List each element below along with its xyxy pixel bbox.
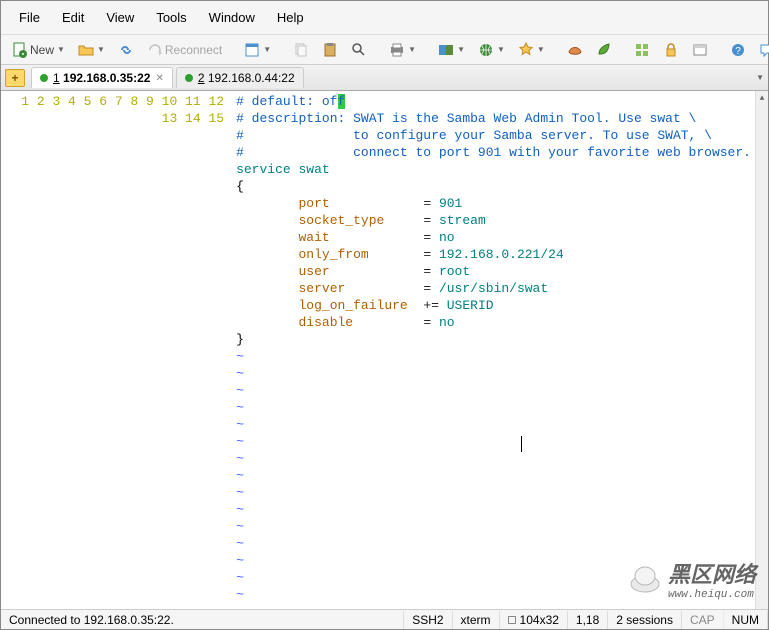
tab-2-prefix: 2 [198, 71, 205, 85]
link-icon [118, 42, 134, 58]
menu-bar: File Edit View Tools Window Help [1, 1, 768, 35]
script-button[interactable] [591, 39, 617, 61]
menu-view[interactable]: View [96, 6, 144, 29]
tab-2-label: 192.168.0.44:22 [208, 71, 295, 85]
scroll-up-icon[interactable]: ▲ [756, 91, 768, 105]
tab-bar: + 1 192.168.0.35:22 ✕ 2 192.168.0.44:22 … [1, 65, 768, 91]
status-position: 1,18 [568, 611, 608, 629]
globe-button[interactable]: ▼ [473, 39, 510, 61]
text-cursor [521, 436, 522, 452]
dropdown-icon: ▼ [263, 45, 271, 54]
tab-1-prefix: 1 [53, 71, 60, 85]
menu-window[interactable]: Window [199, 6, 265, 29]
paste-button[interactable] [317, 39, 343, 61]
lock-icon [663, 42, 679, 58]
shell-icon [567, 42, 583, 58]
grid-icon [634, 42, 650, 58]
new-label: New [30, 43, 54, 57]
leaf-icon [596, 42, 612, 58]
shell-button[interactable] [562, 39, 588, 61]
folder-open-icon [78, 42, 94, 58]
tab-dropdown-icon[interactable]: ▼ [756, 73, 764, 82]
line-number-gutter: 1 2 3 4 5 6 7 8 9 10 11 12 13 14 15 [1, 91, 232, 609]
printer-icon [389, 42, 405, 58]
bookmark-button[interactable]: ▼ [513, 39, 550, 61]
paste-icon [322, 42, 338, 58]
dropdown-icon: ▼ [537, 45, 545, 54]
dropdown-icon: ▼ [457, 45, 465, 54]
status-size: 104x32 [520, 613, 559, 627]
status-bar: Connected to 192.168.0.35:22. SSH2 xterm… [1, 609, 768, 629]
dropdown-icon: ▼ [57, 45, 65, 54]
svg-text:?: ? [735, 46, 741, 57]
status-num: NUM [724, 611, 768, 629]
help-button[interactable]: ? [725, 39, 751, 61]
properties-button[interactable]: ▼ [239, 39, 276, 61]
terminal-editor[interactable]: 1 2 3 4 5 6 7 8 9 10 11 12 13 14 15 # de… [1, 91, 768, 609]
transfer-icon [438, 42, 454, 58]
chat-button[interactable] [754, 39, 769, 61]
status-connection: Connected to 192.168.0.35:22. [1, 611, 404, 629]
menu-tools[interactable]: Tools [146, 6, 196, 29]
tab-1-label: 192.168.0.35:22 [63, 71, 150, 85]
xfer-button[interactable]: ▼ [433, 39, 470, 61]
speech-bubble-icon [759, 42, 769, 58]
globe-icon [478, 42, 494, 58]
properties-icon [244, 42, 260, 58]
scrollbar[interactable]: ▲ [755, 91, 768, 609]
find-button[interactable] [346, 39, 372, 61]
menu-file[interactable]: File [9, 6, 50, 29]
dropdown-icon: ▼ [497, 45, 505, 54]
add-tab-button[interactable]: + [5, 69, 25, 87]
panel-icon [692, 42, 708, 58]
menu-edit[interactable]: Edit [52, 6, 94, 29]
reconnect-label: Reconnect [165, 43, 222, 57]
tile-button[interactable] [629, 39, 655, 61]
toggle-button[interactable] [687, 39, 713, 61]
copy-icon [293, 42, 309, 58]
status-dot-icon [40, 74, 48, 82]
lock-button[interactable] [658, 39, 684, 61]
star-icon [518, 42, 534, 58]
menu-help[interactable]: Help [267, 6, 314, 29]
status-caps: CAP [682, 611, 724, 629]
new-document-icon [12, 42, 28, 58]
toolbar: New ▼ ▼ Reconnect ▼ [1, 35, 768, 65]
dropdown-icon: ▼ [408, 45, 416, 54]
close-tab-icon[interactable]: ✕ [155, 73, 163, 84]
print-button[interactable]: ▼ [384, 39, 421, 61]
status-protocol: SSH2 [404, 611, 452, 629]
status-dot-icon [185, 74, 193, 82]
copy-button[interactable] [288, 39, 314, 61]
session-tab-2[interactable]: 2 192.168.0.44:22 [176, 67, 304, 88]
search-icon [351, 42, 367, 58]
status-term: xterm [453, 611, 500, 629]
new-button[interactable]: New ▼ [7, 39, 70, 61]
maximize-icon [508, 616, 516, 624]
session-tab-1[interactable]: 1 192.168.0.35:22 ✕ [31, 67, 173, 88]
dropdown-icon: ▼ [97, 45, 105, 54]
reconnect-button[interactable]: Reconnect [142, 39, 227, 61]
link-button[interactable] [113, 39, 139, 61]
open-button[interactable]: ▼ [73, 39, 110, 61]
help-icon: ? [730, 42, 746, 58]
status-sessions: 2 sessions [608, 611, 682, 629]
reconnect-icon [147, 42, 163, 58]
code-area[interactable]: # default: off # description: SWAT is th… [232, 91, 755, 609]
